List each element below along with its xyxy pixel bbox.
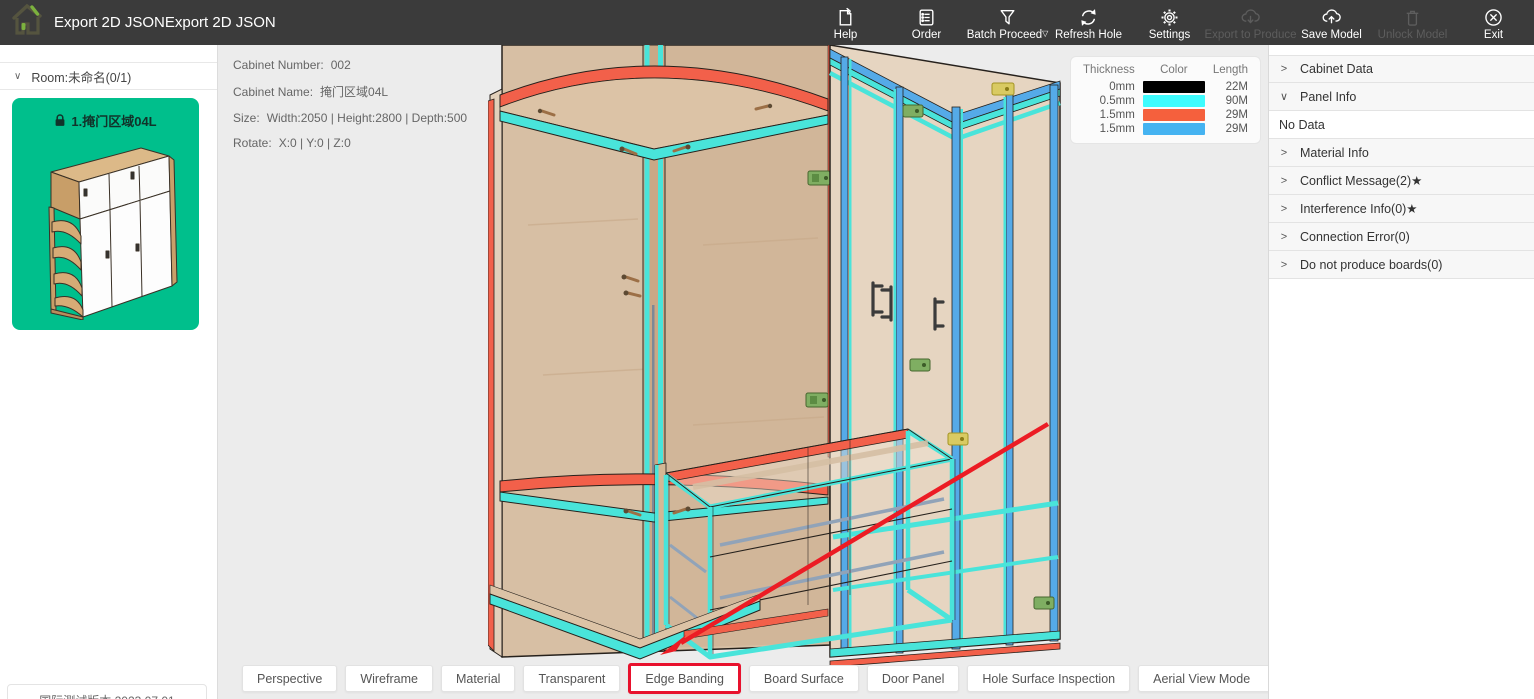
cabinet-card-label: 1.掩门区域04L [71, 111, 156, 130]
legend-row: 1.5mm 29M [1079, 108, 1252, 122]
exit-button[interactable]: Exit [1453, 7, 1534, 41]
funnel-icon [997, 7, 1018, 28]
hinge-green-left-1 [808, 171, 830, 185]
app-title: Export 2D JSONExport 2D JSON [54, 14, 276, 31]
section-do-not-produce[interactable]: > Do not produce boards(0) [1269, 251, 1534, 279]
exit-icon [1483, 7, 1504, 28]
version-footer: 国际测试版本 2023.07.01 [7, 684, 207, 699]
room-sidebar: ∨ Room:未命名(0/1) 1.掩门区域04L [0, 45, 218, 699]
unlock-model-button: Unlock Model [1372, 7, 1453, 41]
section-conflict-message[interactable]: > Conflict Message(2)★ [1269, 167, 1534, 195]
cloud-upload-icon [1321, 7, 1342, 28]
hinge-green-right-1 [903, 105, 923, 117]
section-cabinet-data[interactable]: > Cabinet Data [1269, 55, 1534, 83]
refresh-hole-button[interactable]: Refresh Hole [1048, 7, 1129, 41]
board-surface-button[interactable]: Board Surface [749, 665, 859, 692]
unlock-model-icon [1402, 7, 1423, 28]
legend-row: 0.5mm 90M [1079, 94, 1252, 108]
export-to-produce-button: Export to Produce [1210, 7, 1291, 41]
hinge-yellow-2 [948, 433, 968, 445]
color-swatch [1143, 81, 1205, 93]
aerial-view-mode-dropdown[interactable]: Aerial View Mode ∨ [1138, 665, 1268, 692]
batch-proceed-button[interactable]: Batch Proceed▽ [967, 7, 1048, 41]
title-bar: Export 2D JSONExport 2D JSON Help Order … [0, 0, 1534, 45]
chevron-right-icon: > [1279, 231, 1289, 243]
cabinet-rotate-line: Rotate:X:0 | Y:0 | Z:0 [233, 136, 467, 150]
3d-viewport[interactable]: Cabinet Number:002 Cabinet Name:掩门区域04L … [218, 45, 1268, 699]
toolbar: Help Order Batch Proceed▽ Refresh Hole [805, 4, 1534, 41]
hinge-green-right-2 [910, 359, 930, 371]
legend-header-thickness: Thickness [1079, 62, 1139, 80]
order-button[interactable]: Order [886, 7, 967, 41]
edge-banding-button[interactable]: Edge Banding [628, 663, 741, 694]
app-logo-icon [10, 3, 46, 42]
hinge-green-right-3 [1034, 597, 1054, 609]
cabinet-name-line: Cabinet Name:掩门区域04L [233, 83, 467, 100]
section-interference-info[interactable]: > Interference Info(0)★ [1269, 195, 1534, 223]
panel-info-content: No Data [1269, 111, 1534, 139]
edge-banding-legend: Thickness Color Length 0mm 22M 0.5mm 90M… [1070, 56, 1261, 144]
settings-button[interactable]: Settings [1129, 7, 1210, 41]
cabinet-card[interactable]: 1.掩门区域04L [12, 98, 199, 330]
cabinet-number-line: Cabinet Number:002 [233, 58, 467, 72]
section-material-info[interactable]: > Material Info [1269, 139, 1534, 167]
cabinet-info: Cabinet Number:002 Cabinet Name:掩门区域04L … [233, 58, 467, 161]
material-button[interactable]: Material [441, 665, 515, 692]
right-cabinet [830, 45, 1060, 665]
cabinet-thumbnail [21, 134, 191, 320]
legend-row: 0mm 22M [1079, 80, 1252, 94]
chevron-down-icon: ∨ [14, 71, 21, 82]
chevron-right-icon: > [1279, 203, 1289, 215]
chevron-down-icon: ∨ [1279, 90, 1289, 103]
view-mode-toolbar: Perspective Wireframe Material Transpare… [242, 665, 1268, 692]
version-text: 国际测试版本 2023.07.01 [39, 692, 174, 699]
chevron-right-icon: > [1279, 259, 1289, 271]
section-connection-error[interactable]: > Connection Error(0) [1269, 223, 1534, 251]
transparent-button[interactable]: Transparent [523, 665, 620, 692]
color-swatch [1143, 95, 1205, 107]
color-swatch [1143, 109, 1205, 121]
cloud-download-icon [1240, 7, 1261, 28]
wireframe-button[interactable]: Wireframe [345, 665, 433, 692]
perspective-button[interactable]: Perspective [242, 665, 337, 692]
chevron-right-icon: > [1279, 175, 1289, 187]
door-panel-button[interactable]: Door Panel [867, 665, 960, 692]
chevron-right-icon: > [1279, 147, 1289, 159]
section-panel-info[interactable]: ∨ Panel Info [1269, 83, 1534, 111]
chevron-right-icon: > [1279, 63, 1289, 75]
cabinet-3d-model[interactable] [488, 45, 1062, 665]
cabinet-size-line: Size:Width:2050 | Height:2800 | Depth:50… [233, 111, 467, 125]
refresh-icon [1078, 7, 1099, 28]
hinge-green-left-2 [806, 393, 828, 407]
legend-header-color: Color [1139, 62, 1209, 80]
help-button[interactable]: Help [805, 7, 886, 41]
detail-panel: > Cabinet Data ∨ Panel Info No Data > Ma… [1268, 45, 1534, 699]
color-swatch [1143, 123, 1205, 135]
legend-row: 1.5mm 29M [1079, 122, 1252, 136]
room-header[interactable]: ∨ Room:未命名(0/1) [0, 62, 217, 90]
legend-header-length: Length [1209, 62, 1252, 80]
order-icon [916, 7, 937, 28]
save-model-button[interactable]: Save Model [1291, 7, 1372, 41]
lock-icon [54, 114, 66, 127]
gear-icon [1159, 7, 1180, 28]
hinge-yellow-1 [992, 83, 1014, 95]
help-icon [835, 7, 856, 28]
room-header-label: Room:未命名(0/1) [31, 67, 131, 86]
hole-surface-inspection-button[interactable]: Hole Surface Inspection [967, 665, 1130, 692]
